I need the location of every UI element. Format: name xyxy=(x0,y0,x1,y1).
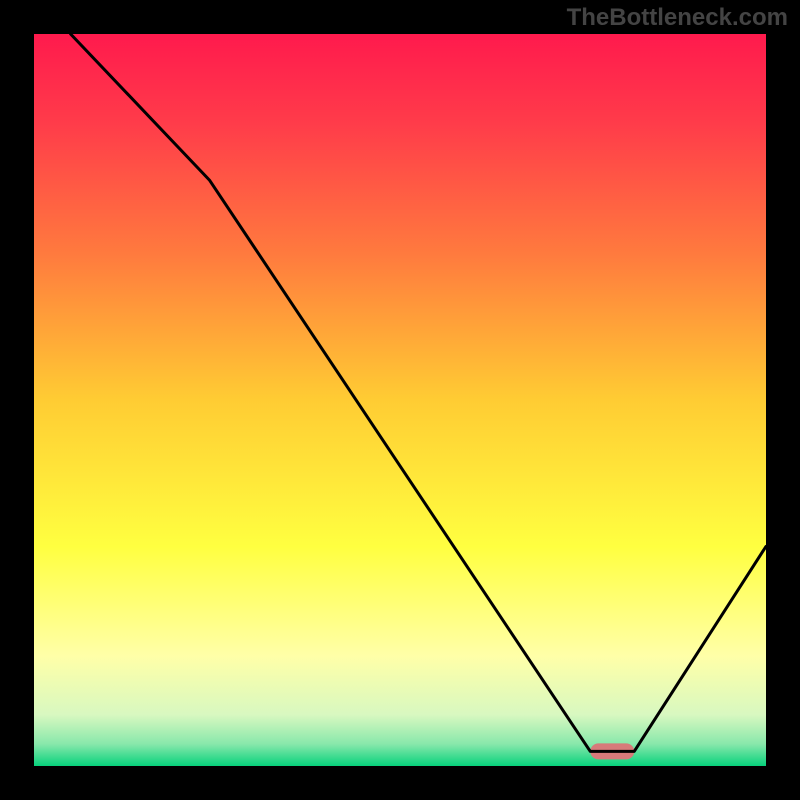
bottleneck-chart xyxy=(0,0,800,800)
gradient-background xyxy=(34,34,766,766)
watermark-text: TheBottleneck.com xyxy=(567,4,788,32)
chart-container: TheBottleneck.com xyxy=(0,0,800,800)
